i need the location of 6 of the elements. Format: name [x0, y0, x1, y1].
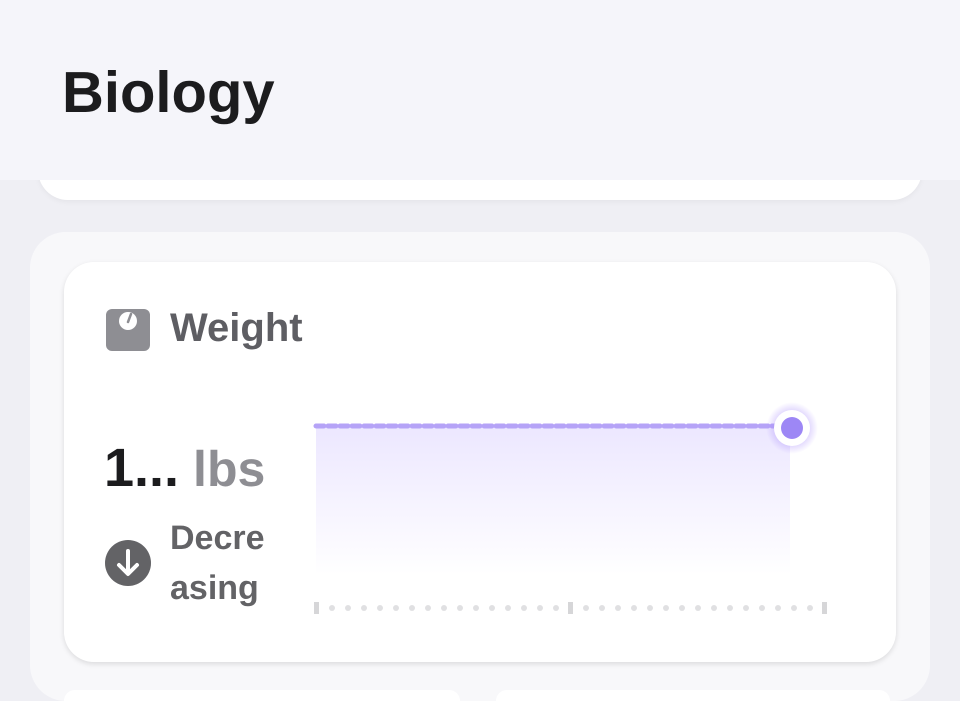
card-title: Weight	[170, 305, 303, 352]
trend-label: Decreasing	[170, 518, 266, 609]
sparkline-point	[766, 402, 818, 454]
page-title: Biology	[62, 59, 276, 127]
unit-label: lbs	[193, 440, 266, 499]
weight-value: 1...	[104, 437, 180, 500]
